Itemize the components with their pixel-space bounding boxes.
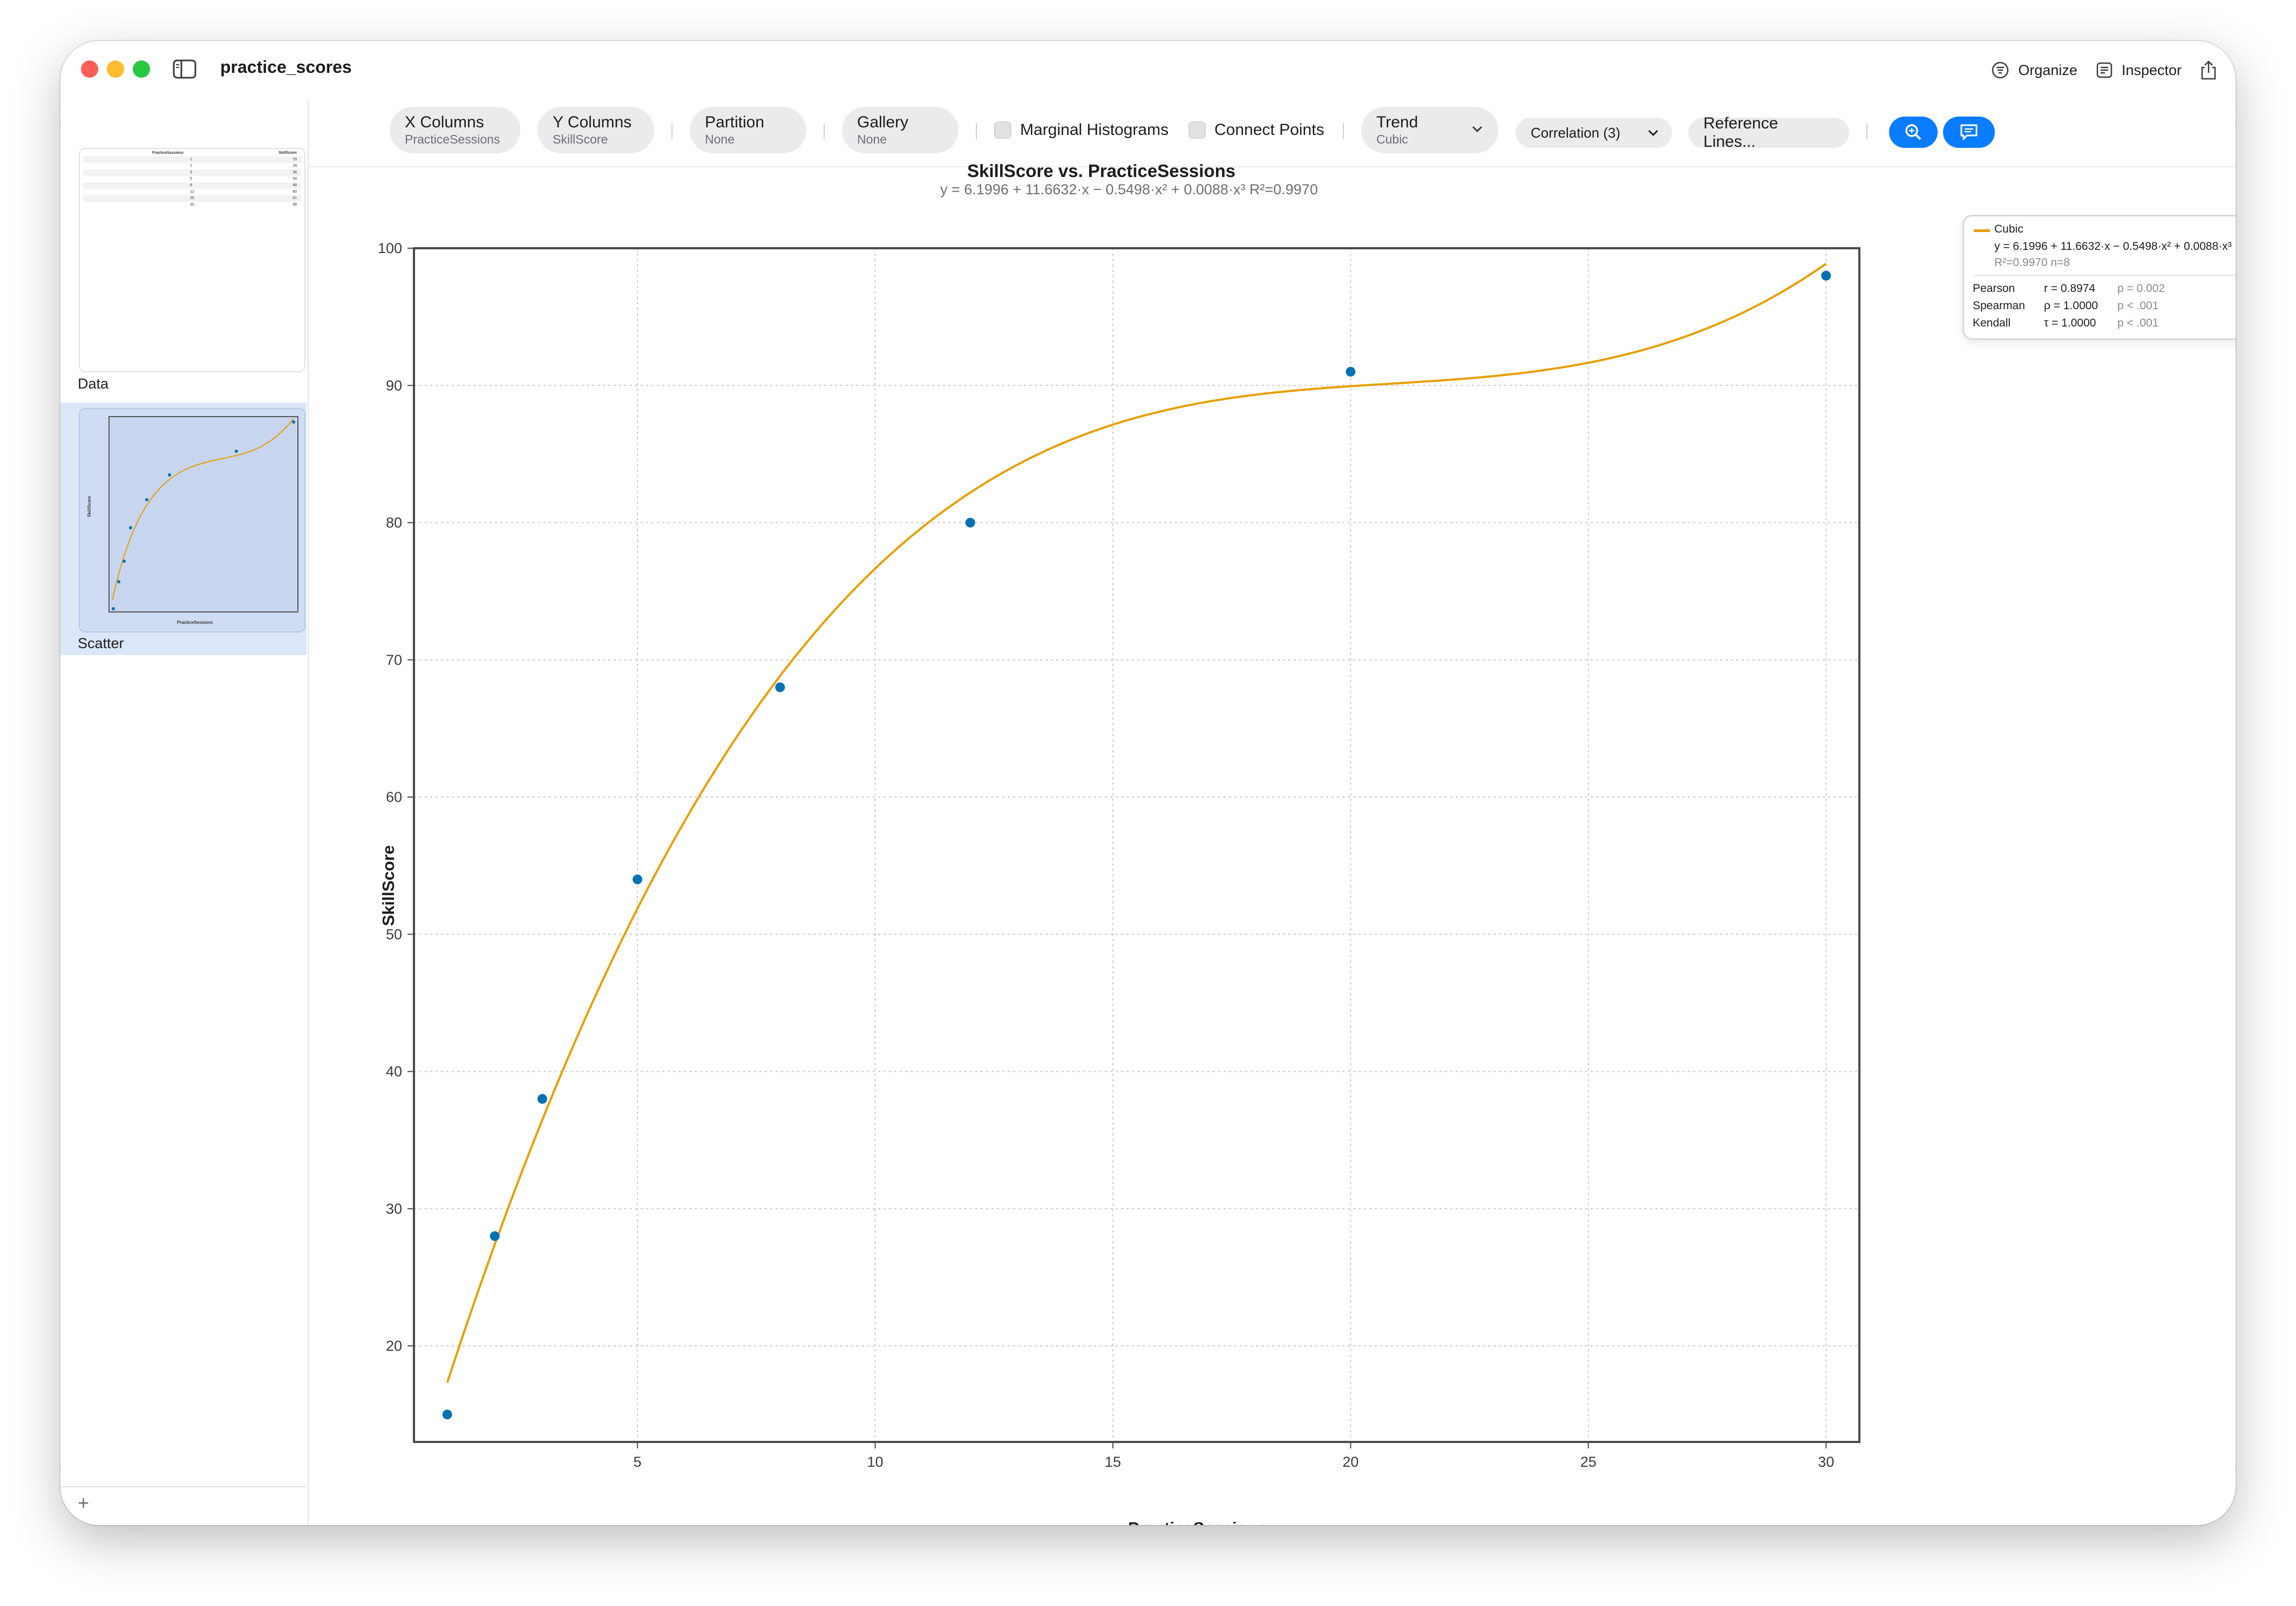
pearson-value: r = 0.8974 bbox=[2044, 282, 2096, 295]
x-tick-label: 20 bbox=[1342, 1454, 1358, 1470]
y-tick-label: 90 bbox=[386, 377, 402, 393]
spearman-name: Spearman bbox=[1973, 300, 2025, 312]
y-tick-label: 100 bbox=[378, 240, 402, 256]
data-point bbox=[1346, 366, 1356, 377]
x-tick-label: 30 bbox=[1818, 1454, 1834, 1470]
data-point bbox=[442, 1410, 452, 1420]
pearson-p: p = 0.002 bbox=[2117, 282, 2165, 295]
spearman-p: p < .001 bbox=[2117, 300, 2159, 312]
trend-line-swatch bbox=[1974, 229, 1990, 232]
scatter-plot: 5 10 15 20 25 30 20 30 40 50 60 70 80 90 100 bbox=[378, 240, 1860, 1470]
x-tick-label: 10 bbox=[867, 1454, 883, 1470]
kendall-value: τ = 1.0000 bbox=[2044, 317, 2096, 329]
y-tick-label: 70 bbox=[386, 652, 402, 668]
trend-line bbox=[446, 262, 1827, 1383]
x-tick-label: 5 bbox=[634, 1454, 642, 1470]
data-point bbox=[775, 682, 785, 692]
legend-equation: y = 6.1996 + 11.6632·x − 0.5498·x² + 0.0… bbox=[1994, 240, 2232, 253]
trend-legend[interactable]: Cubic y = 6.1996 + 11.6632·x − 0.5498·x²… bbox=[1962, 215, 2236, 340]
plot-frame bbox=[413, 247, 1860, 1443]
kendall-p: p < .001 bbox=[2117, 317, 2159, 329]
y-tick-label: 30 bbox=[386, 1201, 402, 1217]
legend-stats: R²=0.9970 n=8 bbox=[1994, 256, 2070, 269]
x-tick-label: 15 bbox=[1105, 1454, 1121, 1470]
y-tick-label: 80 bbox=[386, 515, 402, 531]
data-point bbox=[633, 874, 643, 884]
pearson-name: Pearson bbox=[1973, 282, 2015, 295]
y-tick-label: 40 bbox=[386, 1064, 402, 1080]
kendall-name: Kendall bbox=[1973, 317, 2011, 329]
y-tick-label: 50 bbox=[386, 926, 402, 942]
y-tick-label: 20 bbox=[386, 1338, 402, 1354]
data-point bbox=[965, 518, 975, 528]
legend-title: Cubic bbox=[1994, 223, 2023, 235]
app-window: practice_scores Organize Inspector Pract… bbox=[60, 41, 2236, 1525]
x-axis-label: PracticeSessions bbox=[1128, 1519, 1267, 1525]
y-axis-label: SkillScore bbox=[379, 845, 398, 926]
data-point bbox=[490, 1231, 500, 1241]
legend-divider bbox=[1974, 275, 2236, 276]
y-tick-label: 60 bbox=[386, 789, 402, 805]
spearman-value: ρ = 1.0000 bbox=[2044, 300, 2098, 312]
x-tick-label: 25 bbox=[1580, 1454, 1597, 1470]
data-point bbox=[1821, 270, 1831, 281]
data-point bbox=[537, 1094, 547, 1104]
